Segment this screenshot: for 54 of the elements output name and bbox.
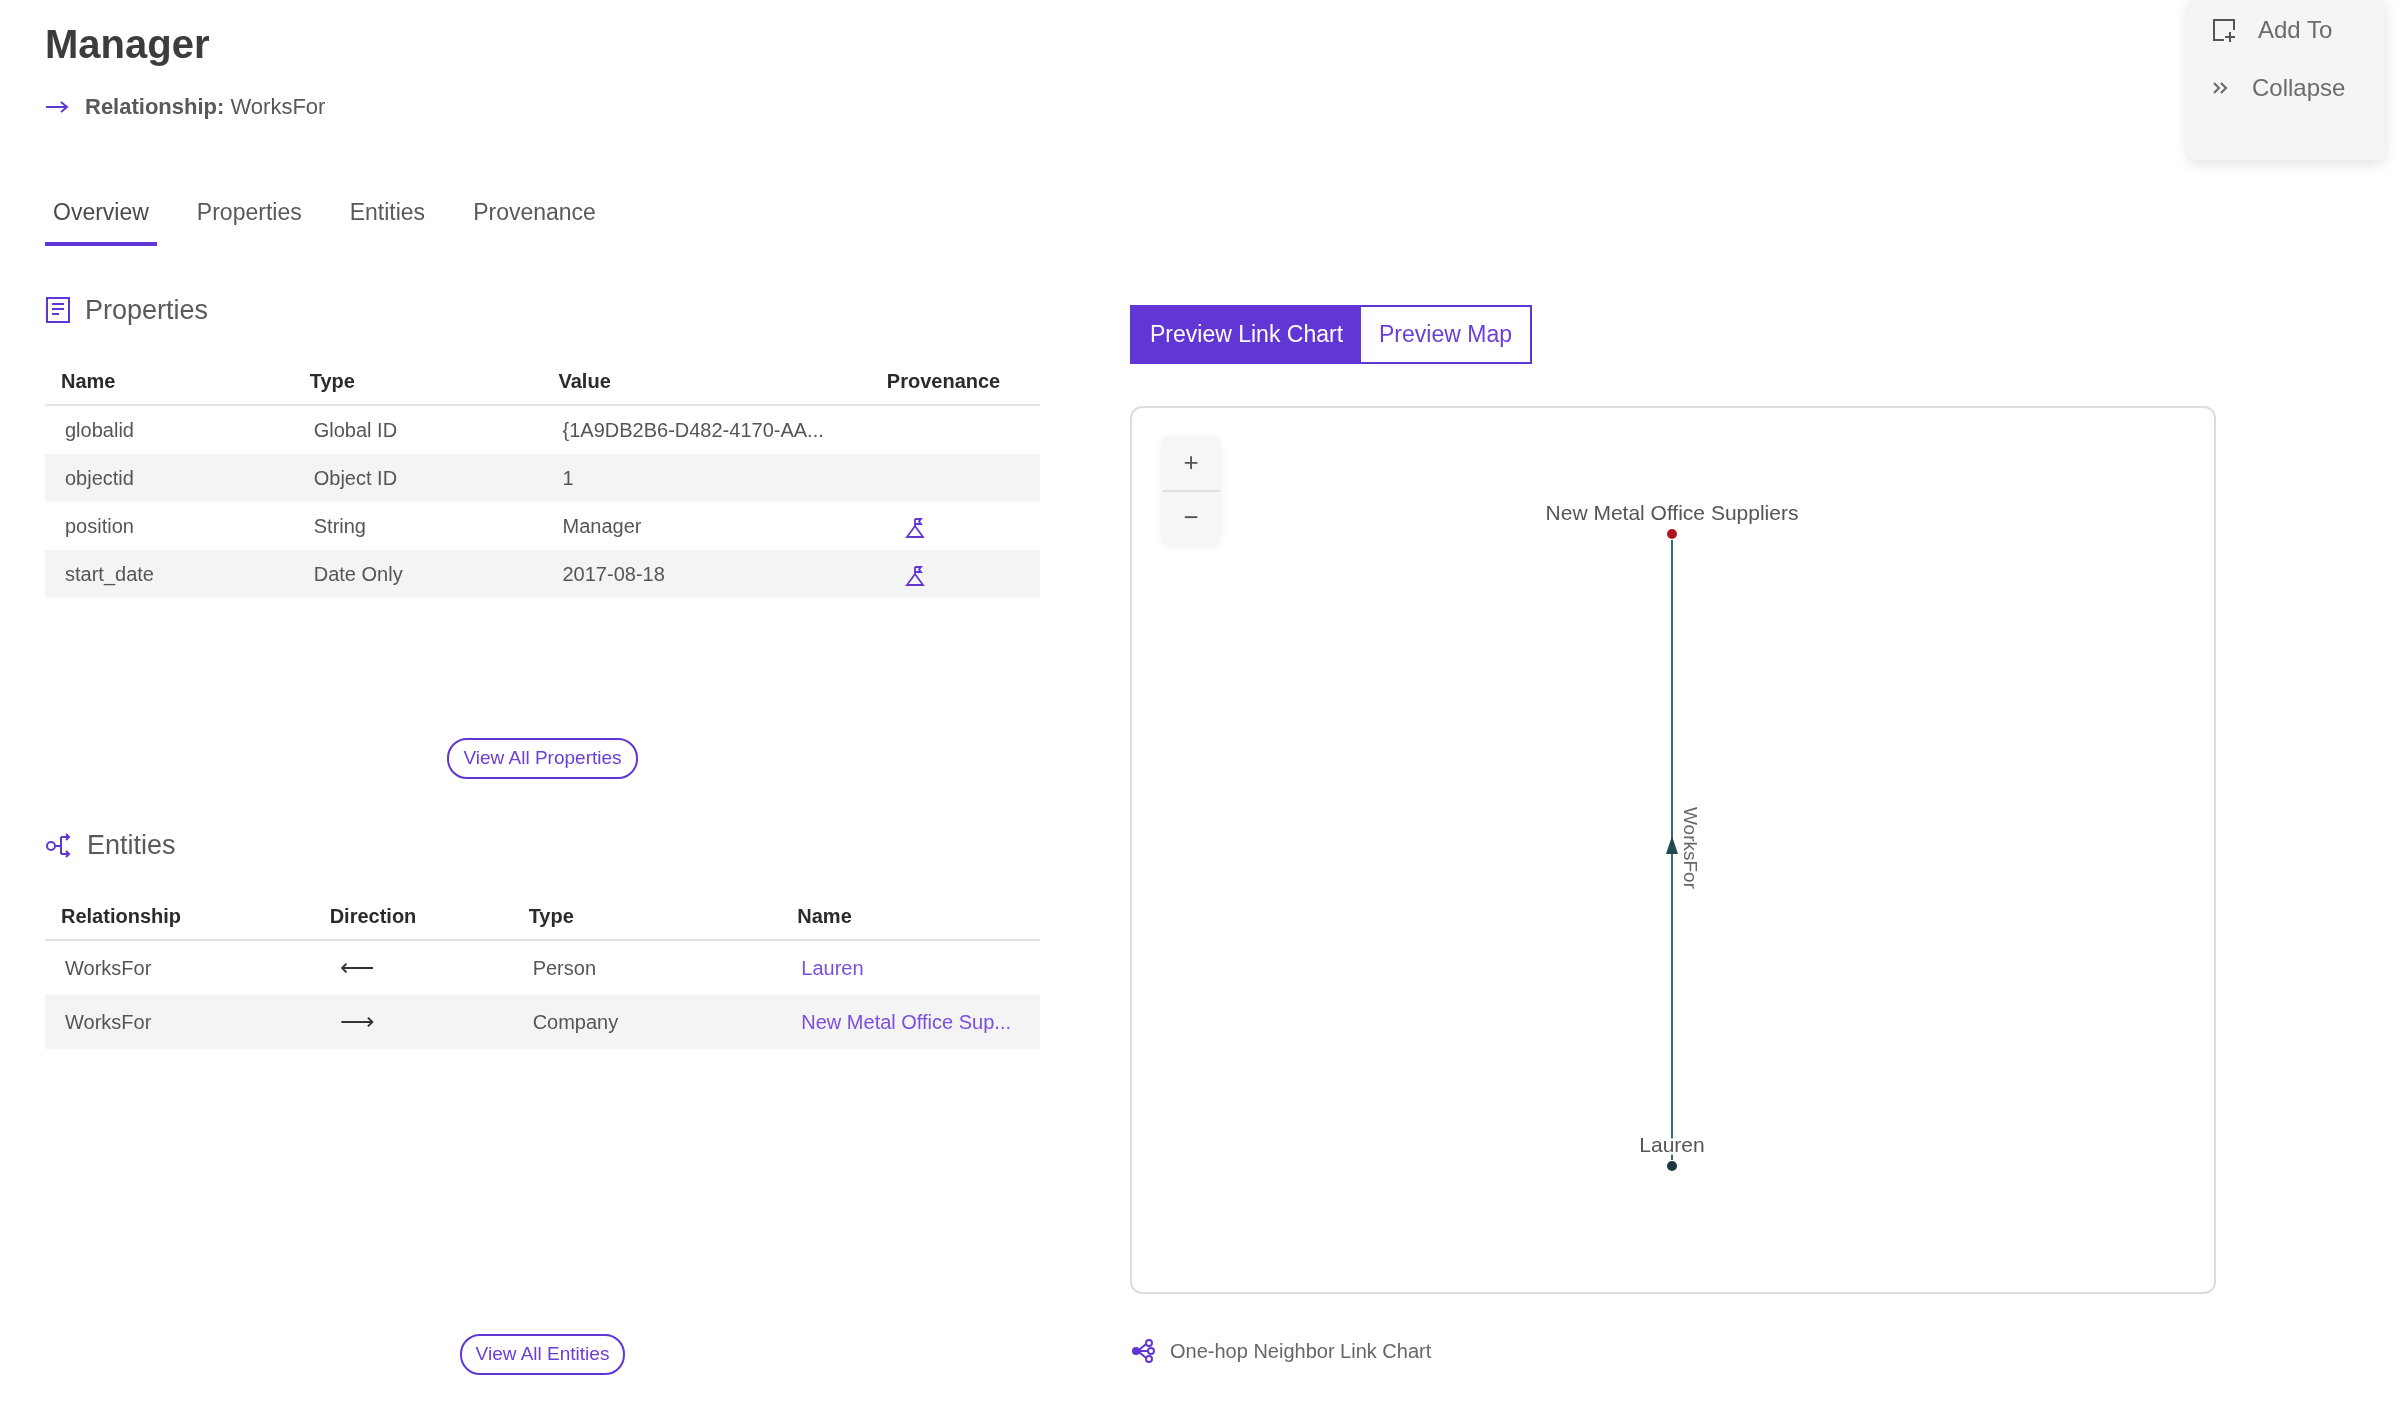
relationship-text: Relationship: WorksFor <box>85 93 326 121</box>
column-header: Provenance <box>870 358 1040 405</box>
table-cell: Global ID <box>293 405 543 454</box>
table-cell: Company <box>512 995 782 1049</box>
table-cell: objectid <box>45 454 294 502</box>
table-cell: {1A9DB2B6-D482-4170-AA... <box>542 405 871 454</box>
column-header: Relationship <box>45 893 314 940</box>
table-cell: Date Only <box>293 550 543 598</box>
link-chart-toggle[interactable]: Preview Link Chart <box>1132 307 1362 362</box>
section-title: Entities <box>87 828 176 862</box>
table-cell: String <box>293 502 543 550</box>
double-chevron-icon <box>2212 81 2230 95</box>
column-header: Name <box>781 893 1040 940</box>
table-cell: 2017-08-18 <box>542 550 871 598</box>
node-label: New Metal Office Suppliers <box>1545 500 1799 524</box>
arrow-icon <box>45 99 69 114</box>
direction-arrow: ⟵ <box>313 940 513 995</box>
document-icon <box>45 295 71 324</box>
column-header: Type <box>293 358 543 405</box>
column-header: Value <box>542 358 871 405</box>
graph-node[interactable] <box>1667 1160 1677 1171</box>
share-nodes-icon <box>45 831 73 858</box>
tab[interactable]: Overview <box>45 187 157 246</box>
tab[interactable]: Properties <box>188 187 310 246</box>
edge-label: WorksFor <box>1680 806 1701 889</box>
add-to-button[interactable]: Add To <box>2212 12 2385 48</box>
table-cell: WorksFor <box>45 995 314 1049</box>
table-cell: Object ID <box>293 454 543 502</box>
zoom-in-button[interactable]: + <box>1162 435 1220 490</box>
column-header: Name <box>45 358 294 405</box>
table-cell: position <box>45 502 294 550</box>
add-to-icon <box>2212 18 2236 42</box>
flag-icon <box>904 564 925 587</box>
table-cell: Person <box>512 940 782 995</box>
tab[interactable]: Provenance <box>465 187 604 246</box>
tab[interactable]: Entities <box>341 187 434 246</box>
table-cell: 1 <box>542 454 871 502</box>
section-title: Properties <box>85 293 209 327</box>
network-icon <box>1130 1337 1156 1364</box>
view-all-entities-button[interactable]: View All Entities <box>459 1334 626 1375</box>
chart-caption: One-hop Neighbor Link Chart <box>1170 1338 1432 1364</box>
table-cell: WorksFor <box>45 940 314 995</box>
column-header: Type <box>512 893 782 940</box>
collapse-button[interactable]: Collapse <box>2212 70 2385 106</box>
table-cell: Manager <box>542 502 871 550</box>
table-cell: start_date <box>45 550 294 598</box>
flag-icon <box>904 516 925 539</box>
table-cell: globalid <box>45 405 294 454</box>
view-all-properties-button[interactable]: View All Properties <box>447 738 638 779</box>
zoom-out-button[interactable]: − <box>1162 489 1220 544</box>
page-title: Manager <box>45 21 211 68</box>
entity-link[interactable]: Lauren <box>801 957 864 979</box>
column-header: Direction <box>313 893 513 940</box>
graph-node[interactable] <box>1667 528 1677 539</box>
